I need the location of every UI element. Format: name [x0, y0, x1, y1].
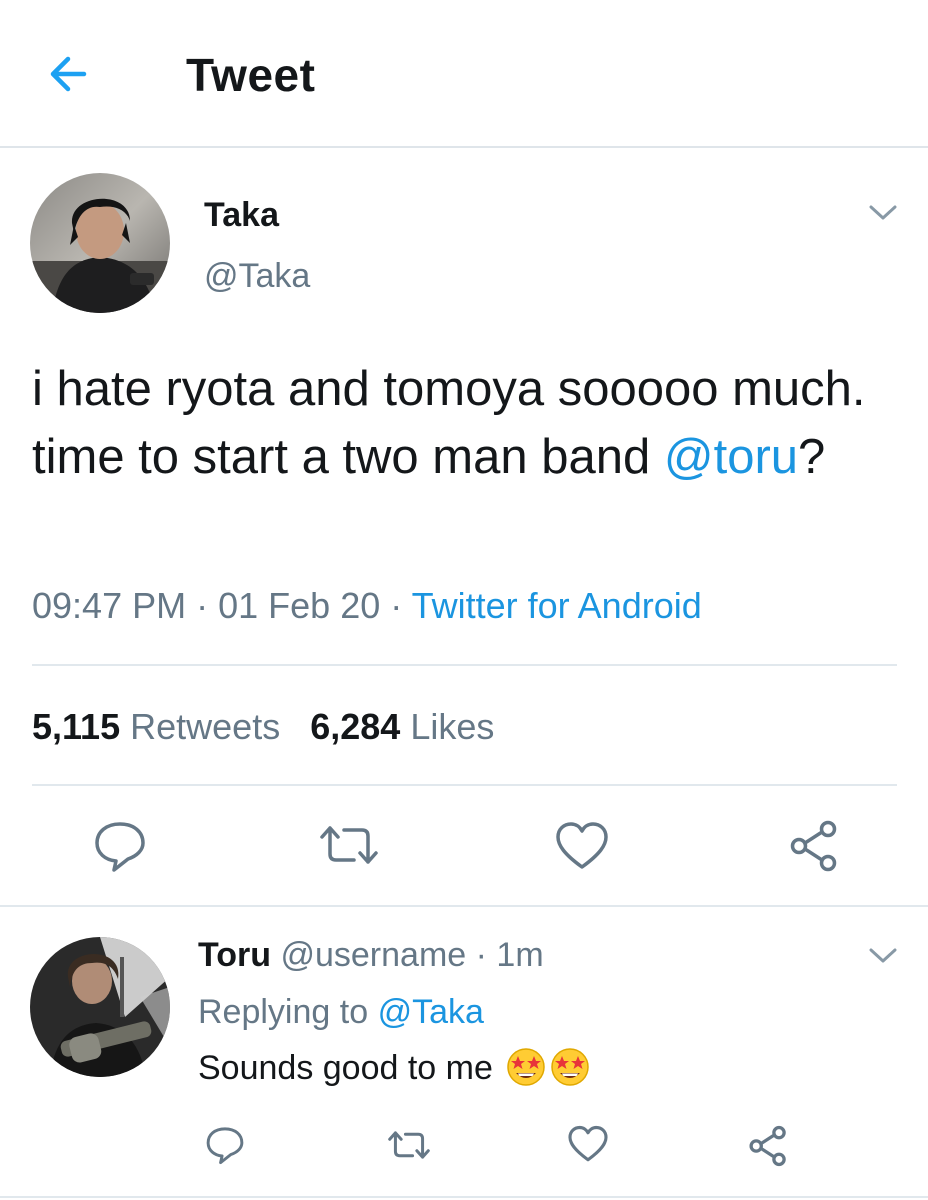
retweet-icon[interactable]: [384, 1126, 434, 1164]
replying-mention-link[interactable]: @Taka: [378, 993, 484, 1031]
reply-header: Toru @username · 1m: [198, 936, 544, 975]
reply-age: 1m: [496, 936, 544, 974]
reply-icon[interactable]: [90, 818, 150, 874]
heart-icon[interactable]: [567, 1124, 609, 1164]
avatar-toru[interactable]: [30, 937, 170, 1077]
page-title: Tweet: [186, 49, 316, 101]
meta-separator: ·: [390, 585, 403, 626]
reply-text-body: Sounds good to me: [198, 1049, 493, 1087]
retweet-label: Retweets: [130, 706, 281, 747]
like-count: 6,284: [310, 706, 401, 747]
author-handle[interactable]: @Taka: [204, 257, 310, 296]
tweet-date: 01 Feb 20: [218, 585, 381, 626]
reply-author-name[interactable]: Toru: [198, 936, 271, 974]
divider: [32, 784, 897, 786]
author-name[interactable]: Taka: [204, 196, 279, 235]
chevron-down-icon[interactable]: [866, 945, 900, 967]
likes-stat[interactable]: 6,284 Likes: [310, 706, 494, 747]
tweet-text: i hate ryota and tomoya sooooo much. tim…: [32, 355, 912, 491]
divider: [0, 905, 928, 907]
chevron-down-icon[interactable]: [866, 202, 900, 224]
retweet-icon[interactable]: [314, 820, 384, 870]
retweet-count: 5,115: [32, 706, 121, 747]
avatar-taka[interactable]: [30, 173, 170, 313]
divider: [32, 664, 897, 666]
retweets-stat[interactable]: 5,115 Retweets: [32, 706, 280, 747]
replying-to: Replying to @Taka: [198, 993, 484, 1032]
tweet-text-end: ?: [798, 430, 826, 484]
divider: [0, 1196, 928, 1198]
meta-separator: ·: [196, 585, 209, 626]
mention-link[interactable]: @toru: [664, 430, 798, 484]
tweet-source-link[interactable]: Twitter for Android: [412, 585, 702, 626]
back-arrow-icon[interactable]: [44, 50, 100, 98]
reply-text: Sounds good to me: [198, 1047, 590, 1088]
share-icon[interactable]: [746, 1124, 790, 1168]
like-label: Likes: [410, 706, 495, 747]
top-bar: Tweet: [0, 0, 928, 148]
share-icon[interactable]: [786, 818, 842, 874]
tweet-meta: 09:47 PM · 01 Feb 20 · Twitter for Andro…: [32, 585, 702, 627]
reply-author-handle[interactable]: @username: [280, 936, 466, 974]
replying-label: Replying to: [198, 993, 369, 1031]
star-struck-emoji-icon: [506, 1047, 546, 1087]
tweet-time: 09:47 PM: [32, 585, 187, 626]
meta-separator: ·: [475, 936, 487, 974]
star-struck-emoji-icon: [550, 1047, 590, 1087]
reply-icon[interactable]: [203, 1124, 247, 1166]
heart-icon[interactable]: [554, 820, 610, 872]
tweet-stats: 5,115 Retweets 6,284 Likes: [32, 706, 494, 748]
